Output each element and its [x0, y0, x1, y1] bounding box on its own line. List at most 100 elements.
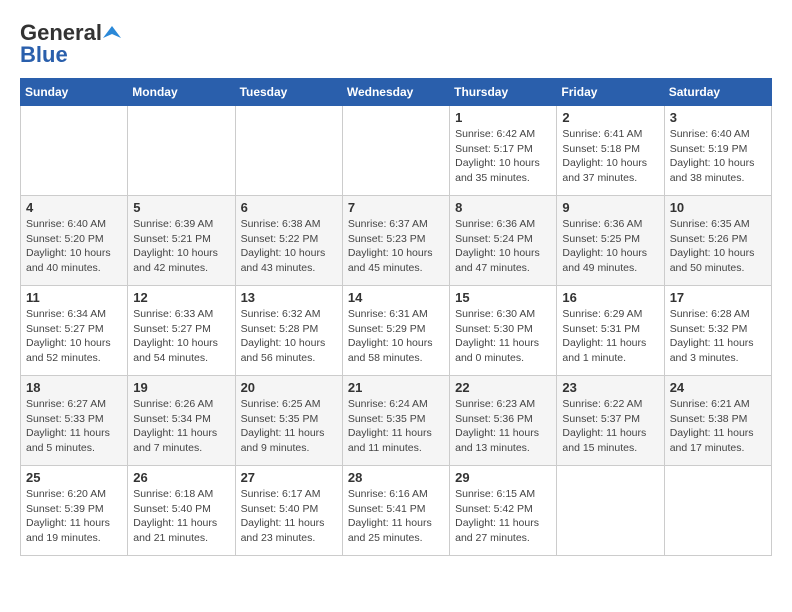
calendar-header-friday: Friday: [557, 79, 664, 106]
day-info: Sunrise: 6:42 AM Sunset: 5:17 PM Dayligh…: [455, 127, 551, 186]
calendar-cell: 6Sunrise: 6:38 AM Sunset: 5:22 PM Daylig…: [235, 196, 342, 286]
calendar-cell: 13Sunrise: 6:32 AM Sunset: 5:28 PM Dayli…: [235, 286, 342, 376]
day-info: Sunrise: 6:26 AM Sunset: 5:34 PM Dayligh…: [133, 397, 229, 456]
calendar-cell: 10Sunrise: 6:35 AM Sunset: 5:26 PM Dayli…: [664, 196, 771, 286]
calendar-cell: [128, 106, 235, 196]
calendar-cell: 2 Sunrise: 6:41 AM Sunset: 5:18 PM Daylig…: [557, 106, 664, 196]
calendar-cell: 24 Sunrise: 6:21 AM Sunset: 5:38 PM Dayli…: [664, 376, 771, 466]
day-info: Sunrise: 6:40 AM Sunset: 5:19 PM Dayligh…: [670, 127, 766, 186]
calendar-cell: 12Sunrise: 6:33 AM Sunset: 5:27 PM Dayli…: [128, 286, 235, 376]
calendar-week-row: 18 Sunrise: 6:27 AM Sunset: 5:33 PM Dayli…: [21, 376, 772, 466]
calendar-header-tuesday: Tuesday: [235, 79, 342, 106]
day-info: Sunrise: 6:35 AM Sunset: 5:26 PM Dayligh…: [670, 217, 766, 276]
calendar-cell: 23 Sunrise: 6:22 AM Sunset: 5:37 PM Dayli…: [557, 376, 664, 466]
day-number: 13: [241, 290, 337, 305]
logo: General Blue: [20, 20, 122, 68]
calendar-cell: 16Sunrise: 6:29 AM Sunset: 5:31 PM Dayli…: [557, 286, 664, 376]
day-number: 23: [562, 380, 658, 395]
calendar-header-monday: Monday: [128, 79, 235, 106]
day-number: 27: [241, 470, 337, 485]
day-number: 3: [670, 110, 766, 125]
day-info: Sunrise: 6:20 AM Sunset: 5:39 PM Dayligh…: [26, 487, 122, 546]
calendar-cell: 25Sunrise: 6:20 AM Sunset: 5:39 PM Dayli…: [21, 466, 128, 556]
day-number: 7: [348, 200, 444, 215]
day-info: Sunrise: 6:30 AM Sunset: 5:30 PM Dayligh…: [455, 307, 551, 366]
day-number: 28: [348, 470, 444, 485]
day-number: 9: [562, 200, 658, 215]
calendar-cell: 3 Sunrise: 6:40 AM Sunset: 5:19 PM Daylig…: [664, 106, 771, 196]
day-info: Sunrise: 6:36 AM Sunset: 5:24 PM Dayligh…: [455, 217, 551, 276]
day-number: 19: [133, 380, 229, 395]
day-info: Sunrise: 6:40 AM Sunset: 5:20 PM Dayligh…: [26, 217, 122, 276]
day-info: Sunrise: 6:36 AM Sunset: 5:25 PM Dayligh…: [562, 217, 658, 276]
calendar-cell: 11 Sunrise: 6:34 AM Sunset: 5:27 PM Dayli…: [21, 286, 128, 376]
day-info: Sunrise: 6:28 AM Sunset: 5:32 PM Dayligh…: [670, 307, 766, 366]
calendar-header-row: SundayMondayTuesdayWednesdayThursdayFrid…: [21, 79, 772, 106]
calendar-cell: 18 Sunrise: 6:27 AM Sunset: 5:33 PM Dayli…: [21, 376, 128, 466]
day-info: Sunrise: 6:39 AM Sunset: 5:21 PM Dayligh…: [133, 217, 229, 276]
header: General Blue: [20, 20, 772, 68]
day-info: Sunrise: 6:37 AM Sunset: 5:23 PM Dayligh…: [348, 217, 444, 276]
calendar-cell: [342, 106, 449, 196]
day-info: Sunrise: 6:24 AM Sunset: 5:35 PM Dayligh…: [348, 397, 444, 456]
calendar-header-thursday: Thursday: [450, 79, 557, 106]
day-number: 5: [133, 200, 229, 215]
calendar-cell: [664, 466, 771, 556]
calendar-week-row: 4Sunrise: 6:40 AM Sunset: 5:20 PM Daylig…: [21, 196, 772, 286]
day-info: Sunrise: 6:25 AM Sunset: 5:35 PM Dayligh…: [241, 397, 337, 456]
calendar-cell: 20 Sunrise: 6:25 AM Sunset: 5:35 PM Dayli…: [235, 376, 342, 466]
day-number: 2: [562, 110, 658, 125]
day-info: Sunrise: 6:34 AM Sunset: 5:27 PM Dayligh…: [26, 307, 122, 366]
calendar-cell: 27 Sunrise: 6:17 AM Sunset: 5:40 PM Dayli…: [235, 466, 342, 556]
logo-bird-icon: [103, 24, 121, 42]
calendar-cell: 15 Sunrise: 6:30 AM Sunset: 5:30 PM Dayli…: [450, 286, 557, 376]
day-info: Sunrise: 6:23 AM Sunset: 5:36 PM Dayligh…: [455, 397, 551, 456]
day-number: 29: [455, 470, 551, 485]
calendar-cell: 8 Sunrise: 6:36 AM Sunset: 5:24 PM Daylig…: [450, 196, 557, 286]
calendar-cell: 26 Sunrise: 6:18 AM Sunset: 5:40 PM Dayli…: [128, 466, 235, 556]
calendar-cell: 21 Sunrise: 6:24 AM Sunset: 5:35 PM Dayli…: [342, 376, 449, 466]
day-number: 21: [348, 380, 444, 395]
calendar-week-row: 1 Sunrise: 6:42 AM Sunset: 5:17 PM Daylig…: [21, 106, 772, 196]
day-number: 11: [26, 290, 122, 305]
calendar-header-wednesday: Wednesday: [342, 79, 449, 106]
calendar-cell: [557, 466, 664, 556]
day-info: Sunrise: 6:31 AM Sunset: 5:29 PM Dayligh…: [348, 307, 444, 366]
calendar-cell: 28 Sunrise: 6:16 AM Sunset: 5:41 PM Dayli…: [342, 466, 449, 556]
day-info: Sunrise: 6:15 AM Sunset: 5:42 PM Dayligh…: [455, 487, 551, 546]
calendar-cell: 1 Sunrise: 6:42 AM Sunset: 5:17 PM Daylig…: [450, 106, 557, 196]
calendar-cell: 7 Sunrise: 6:37 AM Sunset: 5:23 PM Daylig…: [342, 196, 449, 286]
calendar-table: SundayMondayTuesdayWednesdayThursdayFrid…: [20, 78, 772, 556]
day-number: 6: [241, 200, 337, 215]
day-number: 26: [133, 470, 229, 485]
day-info: Sunrise: 6:18 AM Sunset: 5:40 PM Dayligh…: [133, 487, 229, 546]
calendar-header-saturday: Saturday: [664, 79, 771, 106]
day-number: 24: [670, 380, 766, 395]
day-number: 20: [241, 380, 337, 395]
day-number: 1: [455, 110, 551, 125]
day-number: 22: [455, 380, 551, 395]
calendar-cell: [235, 106, 342, 196]
day-info: Sunrise: 6:22 AM Sunset: 5:37 PM Dayligh…: [562, 397, 658, 456]
day-info: Sunrise: 6:41 AM Sunset: 5:18 PM Dayligh…: [562, 127, 658, 186]
calendar-cell: 19 Sunrise: 6:26 AM Sunset: 5:34 PM Dayli…: [128, 376, 235, 466]
calendar-cell: 29 Sunrise: 6:15 AM Sunset: 5:42 PM Dayli…: [450, 466, 557, 556]
day-number: 18: [26, 380, 122, 395]
calendar-cell: [21, 106, 128, 196]
calendar-cell: 4Sunrise: 6:40 AM Sunset: 5:20 PM Daylig…: [21, 196, 128, 286]
day-number: 16: [562, 290, 658, 305]
day-number: 15: [455, 290, 551, 305]
day-number: 17: [670, 290, 766, 305]
day-number: 14: [348, 290, 444, 305]
calendar-cell: 22 Sunrise: 6:23 AM Sunset: 5:36 PM Dayli…: [450, 376, 557, 466]
calendar-cell: 14 Sunrise: 6:31 AM Sunset: 5:29 PM Dayli…: [342, 286, 449, 376]
day-info: Sunrise: 6:16 AM Sunset: 5:41 PM Dayligh…: [348, 487, 444, 546]
calendar-cell: 17 Sunrise: 6:28 AM Sunset: 5:32 PM Dayli…: [664, 286, 771, 376]
calendar-week-row: 25Sunrise: 6:20 AM Sunset: 5:39 PM Dayli…: [21, 466, 772, 556]
day-info: Sunrise: 6:27 AM Sunset: 5:33 PM Dayligh…: [26, 397, 122, 456]
logo-blue: Blue: [20, 42, 68, 68]
day-info: Sunrise: 6:17 AM Sunset: 5:40 PM Dayligh…: [241, 487, 337, 546]
day-info: Sunrise: 6:21 AM Sunset: 5:38 PM Dayligh…: [670, 397, 766, 456]
calendar-cell: 5 Sunrise: 6:39 AM Sunset: 5:21 PM Daylig…: [128, 196, 235, 286]
day-number: 8: [455, 200, 551, 215]
